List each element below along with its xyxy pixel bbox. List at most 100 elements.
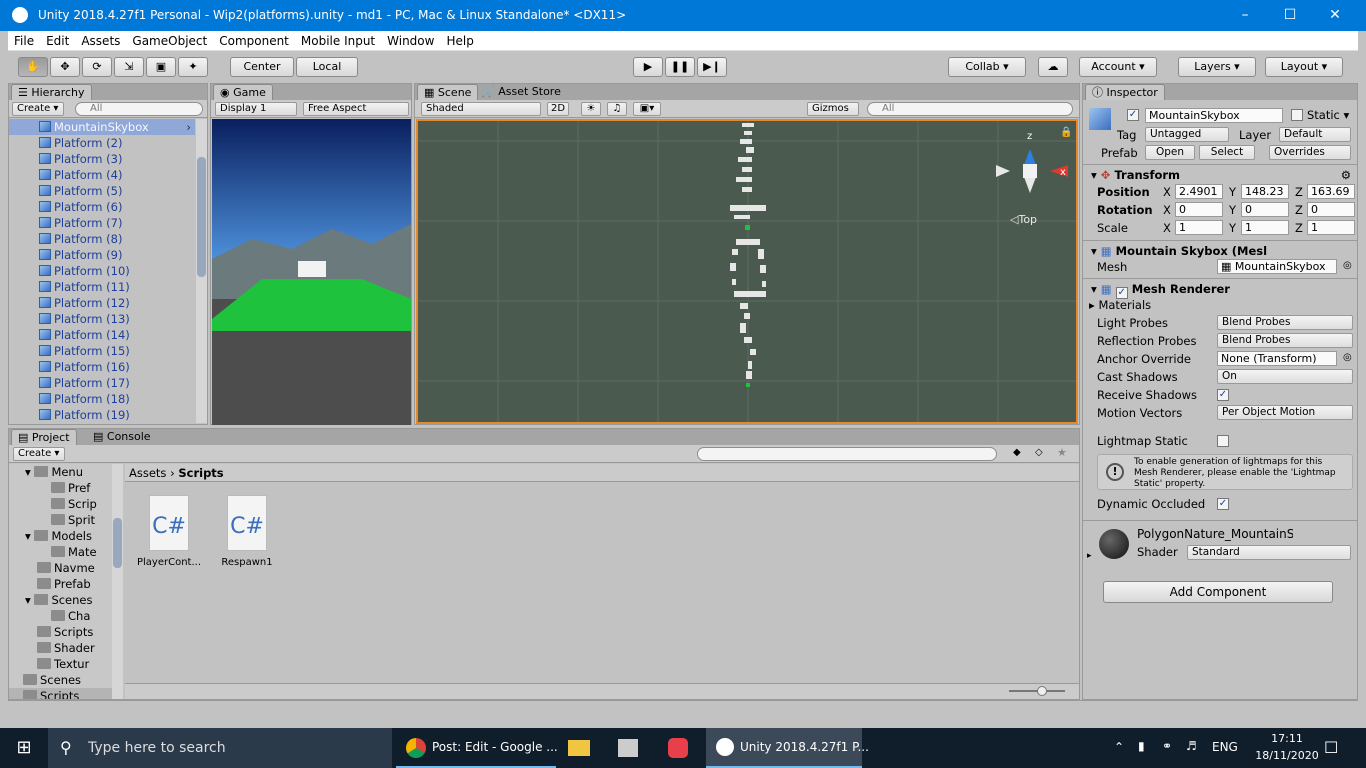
clock-date[interactable]: 18/11/2020 [1250,749,1324,762]
rotation-x-field[interactable]: 0 [1175,202,1223,217]
component-settings-icon[interactable]: ⚙ [1341,165,1357,185]
project-tree-item[interactable]: Scripts [9,624,113,640]
effects-icon[interactable]: ▣▾ [633,102,661,116]
chevron-right-icon[interactable]: › [186,119,195,135]
project-tree-item[interactable]: Scripts [9,688,113,699]
foldout-arrow-icon[interactable]: ▾ [25,593,34,607]
hierarchy-create-dropdown[interactable]: Create ▾ [12,102,64,116]
tab-inspector[interactable]: ⓘ Inspector [1085,84,1165,100]
project-create-dropdown[interactable]: Create ▾ [13,447,65,461]
menu-mobile-input[interactable]: Mobile Input [295,31,381,51]
light-probes-dropdown[interactable]: Blend Probes [1217,315,1353,330]
rotation-z-field[interactable]: 0 [1307,202,1355,217]
tab-hierarchy[interactable]: ☰ Hierarchy [11,84,92,100]
project-tree-item[interactable]: Shader [9,640,113,656]
store-icon[interactable] [610,732,646,764]
menu-file[interactable]: File [8,31,40,51]
close-button[interactable]: ✕ [1312,0,1358,31]
scene-view[interactable]: z x 🔒 ◁Top [416,119,1078,424]
filter-type-icon[interactable]: ◆ [1013,447,1021,458]
show-hidden-icons-icon[interactable]: ⌃ [1114,740,1124,754]
menu-assets[interactable]: Assets [75,31,126,51]
mesh-field[interactable]: ▦ MountainSkybox [1217,259,1337,274]
prefab-open-button[interactable]: Open [1145,145,1195,160]
favorite-star-icon[interactable]: ★ [1057,446,1067,459]
lock-icon[interactable]: 🔒 [1060,127,1072,138]
project-search-input[interactable] [697,447,997,461]
account-button[interactable]: Account ▾ [1079,57,1157,77]
object-picker-icon[interactable]: ◎ [1343,352,1352,363]
material-foldout-icon[interactable]: ▸ [1087,551,1092,561]
hierarchy-item[interactable]: Platform (18) [9,391,195,407]
reflection-probes-dropdown[interactable]: Blend Probes [1217,333,1353,348]
hierarchy-item[interactable]: Platform (9) [9,247,195,263]
position-y-field[interactable]: 148.23 [1241,184,1289,199]
hierarchy-item[interactable]: Platform (13) [9,311,195,327]
anchor-override-field[interactable]: None (Transform) [1217,351,1337,366]
static-checkbox[interactable] [1291,109,1303,121]
lighting-icon[interactable]: ☀ [581,102,601,116]
menu-gameobject[interactable]: GameObject [126,31,213,51]
collab-button[interactable]: Collab ▾ [948,57,1026,77]
motion-vectors-dropdown[interactable]: Per Object Motion [1217,405,1353,420]
hand-tool-icon[interactable]: ✋ [18,57,48,77]
aspect-dropdown[interactable]: Free Aspect [303,102,409,116]
language-indicator[interactable]: ENG [1212,740,1238,754]
project-tree-item[interactable]: ▾ Menu [9,464,113,480]
hierarchy-item[interactable]: Platform (5) [9,183,195,199]
asset-item[interactable]: C# PlayerCont... [135,493,203,573]
receive-shadows-checkbox[interactable]: ✓ [1217,389,1229,401]
project-tree-item[interactable]: ▾ Models [9,528,113,544]
scale-z-field[interactable]: 1 [1307,220,1355,235]
project-tree-item[interactable]: Prefab [9,576,113,592]
hierarchy-item[interactable]: Platform (14) [9,327,195,343]
windows-start-icon[interactable]: ⊞ [6,732,42,764]
breadcrumb-current[interactable]: Scripts [178,466,223,480]
notifications-icon[interactable]: ☐ [1324,738,1338,757]
project-tree-item[interactable]: Scrip [9,496,113,512]
maximize-button[interactable]: ☐ [1267,0,1313,31]
battery-icon[interactable]: ▮ [1138,739,1145,753]
play-icon[interactable]: ▶ [633,57,663,77]
hierarchy-item[interactable]: Platform (3) [9,151,195,167]
step-icon[interactable]: ▶❙ [697,57,727,77]
slider-thumb[interactable] [1037,686,1047,696]
game-view[interactable] [212,119,411,425]
hierarchy-item[interactable]: Platform (8) [9,231,195,247]
taskbar-chrome-button[interactable]: Post: Edit - Google ... [396,728,558,768]
scene-gizmo[interactable]: z x [996,127,1076,227]
menu-help[interactable]: Help [440,31,479,51]
pause-icon[interactable]: ❚❚ [665,57,695,77]
shading-dropdown[interactable]: Shaded [421,102,541,116]
pivot-local-button[interactable]: Local [296,57,358,77]
rotate-tool-icon[interactable]: ⟳ [82,57,112,77]
foldout-arrow-icon[interactable]: ▾ [25,465,34,479]
hierarchy-item[interactable]: Platform (11) [9,279,195,295]
scrollbar-thumb[interactable] [113,518,122,568]
volume-icon[interactable]: ♬ [1186,739,1197,753]
scale-y-field[interactable]: 1 [1241,220,1289,235]
menu-component[interactable]: Component [213,31,295,51]
project-tree-item[interactable]: ▾ Scenes [9,592,113,608]
project-tree-scrollbar[interactable] [112,464,123,699]
minimize-button[interactable]: – [1222,0,1268,31]
tab-scene[interactable]: ▦ Scene [417,84,479,100]
rotation-y-field[interactable]: 0 [1241,202,1289,217]
cloud-icon[interactable]: ☁ [1038,57,1068,77]
scale-tool-icon[interactable]: ⇲ [114,57,144,77]
hierarchy-item[interactable]: Platform (4) [9,167,195,183]
transform-header[interactable]: ▾ ✥ Transform ⚙ [1083,164,1357,184]
project-tree-item[interactable]: Sprit [9,512,113,528]
object-name-field[interactable]: MountainSkybox [1145,108,1283,123]
add-component-button[interactable]: Add Component [1103,581,1333,603]
move-tool-icon[interactable]: ✥ [50,57,80,77]
prefab-select-button[interactable]: Select [1199,145,1255,160]
dynamic-occluded-checkbox[interactable]: ✓ [1217,498,1229,510]
object-picker-icon[interactable]: ◎ [1343,260,1352,271]
hierarchy-item[interactable]: Platform (7) [9,215,195,231]
hierarchy-scrollbar[interactable] [196,119,207,423]
project-tree-item[interactable]: Textur [9,656,113,672]
hierarchy-item[interactable]: Platform (6) [9,199,195,215]
transform-tool-icon[interactable]: ✦ [178,57,208,77]
creative-cloud-icon[interactable] [660,732,696,764]
